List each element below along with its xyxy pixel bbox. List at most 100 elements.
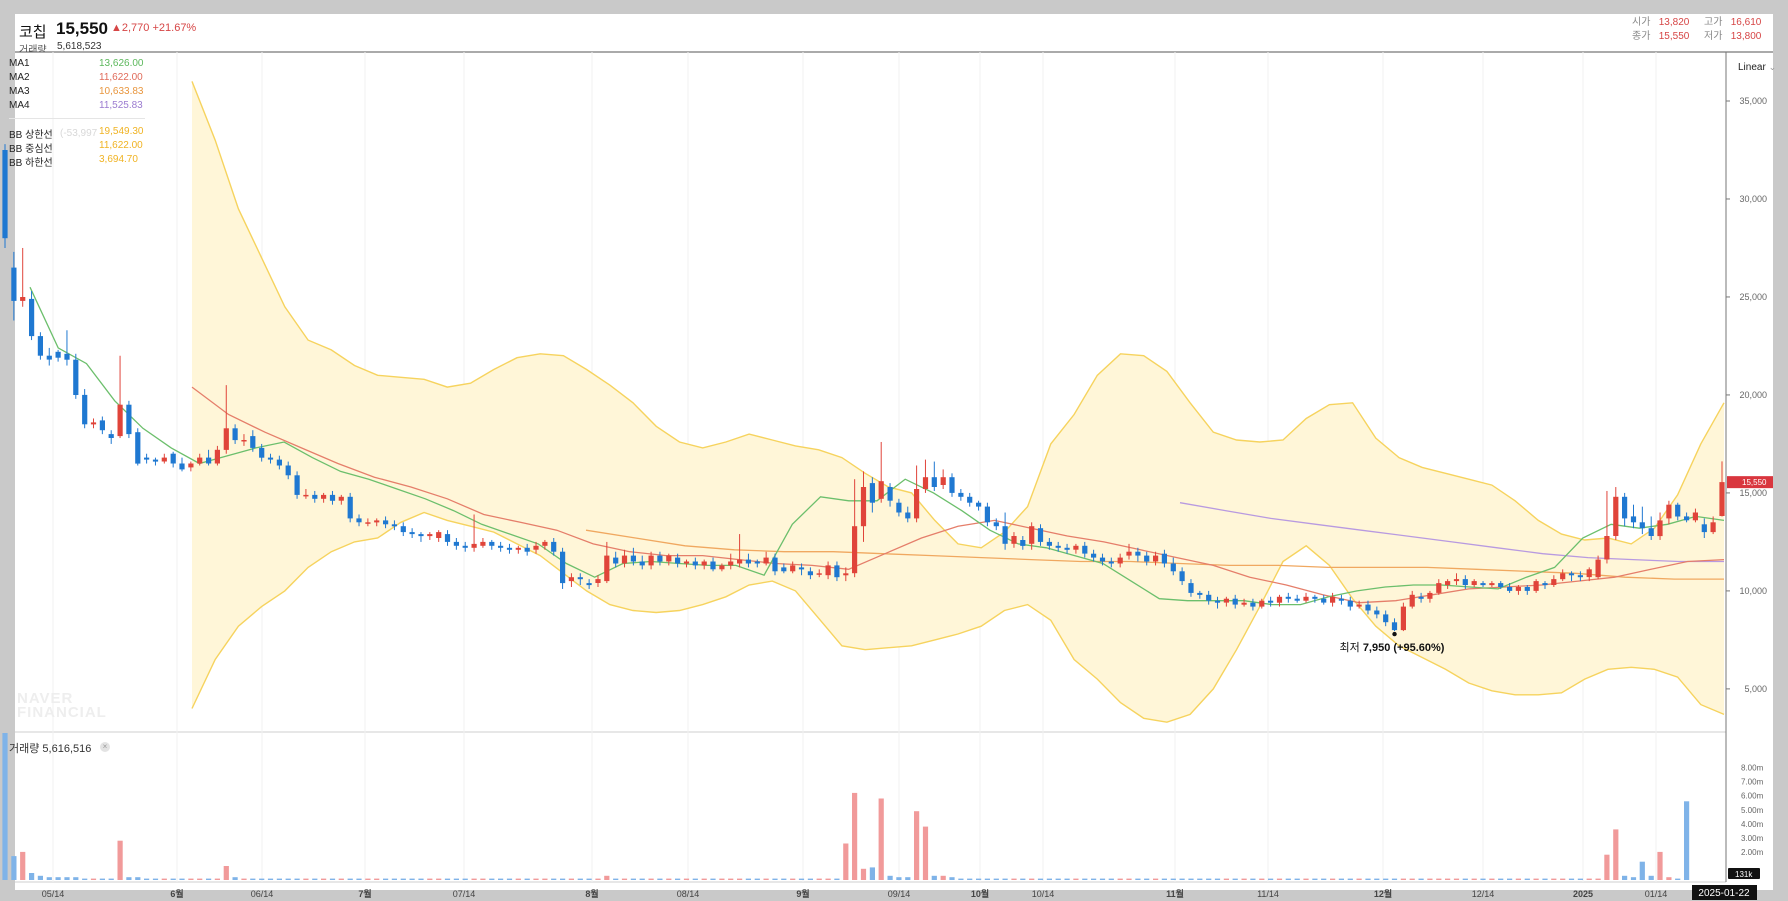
volume-bar [905,877,911,880]
volume-bar [737,878,743,880]
volume-bar [1498,878,1504,880]
candle-body [1091,553,1097,558]
volume-tick-label: 3.00m [1741,834,1764,843]
close-icon[interactable]: × [100,742,110,752]
candle-body [1055,545,1061,548]
volume-bar [1153,878,1159,880]
candle-body [1374,610,1380,615]
candle-body [1630,516,1637,523]
volume-bar [108,878,114,880]
candle-body [816,573,822,575]
volume-bar [515,878,521,880]
candle-body [728,561,734,566]
x-axis-label: 11/14 [1257,889,1279,899]
volume-bar [1144,878,1150,880]
volume-bar [551,878,557,880]
candle-body [1524,587,1530,591]
x-axis-label: 6월 [170,888,183,899]
candle-body [1657,520,1663,537]
volume-bar [206,878,212,880]
candle-body [73,359,79,395]
candle-body [976,502,982,507]
volume-bar [37,875,43,880]
candle-body [577,577,583,580]
candle-body [1639,522,1645,529]
volume-bar [427,878,433,880]
volume-bar [197,878,203,880]
volume-bar [630,878,636,880]
volume-bar [595,878,601,880]
volume-bar [285,878,291,880]
volume-bar [1188,878,1194,880]
candle-body [949,477,955,493]
candle-body [1480,583,1486,586]
volume-bar [471,878,477,880]
candle-body [1365,604,1371,611]
candle-body [1418,596,1424,599]
legend-divider [9,118,145,119]
candle-body [347,496,353,519]
volume-bar [560,878,566,880]
candle-body [1188,583,1194,593]
min-price-marker [1392,631,1397,637]
x-axis-label: 9월 [796,888,809,899]
candle-body [568,577,574,582]
volume-panel-title: 거래량 5,616,516 [9,743,92,755]
candle-body [1604,536,1610,560]
candle-body [825,565,831,576]
candle-body [356,518,362,523]
candle-body [1648,528,1654,536]
candle-body [1206,594,1212,601]
candle-body [993,522,999,527]
candle-body [639,561,645,566]
volume-bar [241,878,247,880]
candle-body [1259,600,1265,607]
candle-body [267,457,274,460]
candle-body [657,555,663,562]
candle-body [1507,587,1513,591]
volume-bar [1338,878,1344,880]
volume-bar [55,877,61,880]
x-axis-label: 2025 [1573,889,1593,899]
candle-body [1675,504,1681,517]
volume-bar [1666,877,1672,880]
candle-body [869,483,875,503]
volume-bar [1064,878,1070,880]
volume-bar [82,878,88,880]
volume-bar [807,878,813,880]
candle-body [1701,524,1707,533]
volume-bar [1276,878,1283,880]
candle-body [1383,614,1389,623]
volume-bar [179,878,185,880]
candle-body [303,494,309,497]
candle-body [604,555,610,582]
x-axis-label: 12월 [1374,888,1392,899]
volume-bar [701,878,707,880]
volume-bar [1675,878,1681,880]
volume-bar [1427,878,1433,880]
candle-body [940,477,946,485]
volume-bar [1312,878,1318,880]
price-chart[interactable]: 최저 7,950 (+95.60%) 5,000 10,000 15,000 20,0… [0,0,1788,901]
volume-bar [683,878,690,880]
candle-body [1232,598,1238,605]
candle-body [931,477,937,487]
volume-bar [798,878,805,880]
candle-body [1161,553,1167,564]
volume-bar [365,878,371,880]
volume-bar [250,878,256,880]
volume-bar [1197,878,1203,880]
candle-body [1082,545,1088,554]
volume-bar [728,878,734,880]
candle-body [807,571,813,576]
volume-bar [1542,878,1548,880]
axis-mode-toggle[interactable]: Linear ⌄ [1738,62,1776,73]
volume-bar [259,878,265,880]
candle-body [135,432,141,464]
volume-bar [719,878,725,880]
candle-body [737,559,743,564]
volume-bar [29,873,35,880]
volume-bar [312,878,318,880]
candle-body [1666,504,1672,519]
volume-bar [869,867,875,880]
